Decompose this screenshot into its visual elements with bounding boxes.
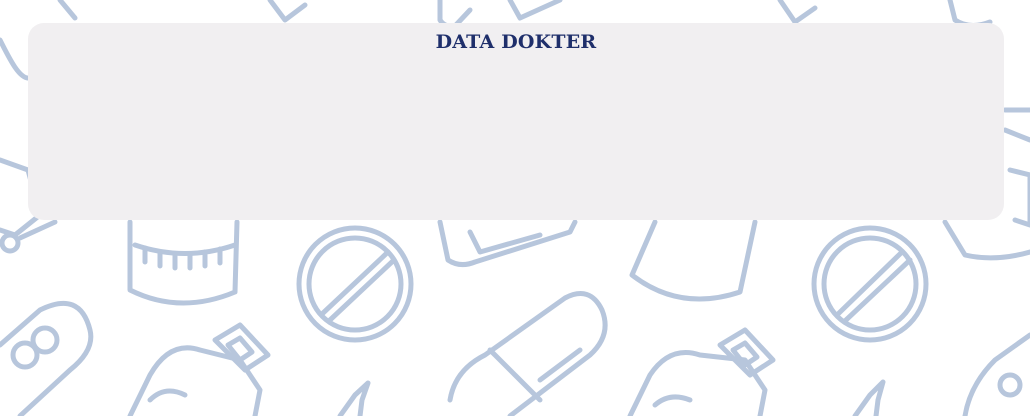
capsule-dot: [30, 325, 60, 355]
dropper-icon: [337, 380, 371, 416]
bottle-icon: [1007, 167, 1030, 228]
bottle-icon: [629, 219, 758, 302]
capsule-icon: [947, 0, 993, 28]
dropper-icon: [852, 379, 886, 416]
medicine-box-line: [467, 229, 543, 255]
spray-nozzle: [212, 322, 271, 373]
capsule-icon: [447, 291, 608, 416]
spray-bottle-body: [147, 388, 188, 403]
tablet-score: [319, 249, 397, 323]
page: DATA DOKTER: [0, 0, 1030, 416]
ring-icon: [0, 232, 21, 254]
pill-bottle-icon: [507, 0, 563, 21]
tablet-score: [835, 249, 913, 323]
card-title: DATA DOKTER: [435, 31, 597, 53]
spray-nozzle: [717, 327, 776, 378]
capsule-split: [487, 347, 543, 403]
bottle-icon: [1002, 107, 1030, 143]
spray-bottle-body: [652, 394, 693, 408]
dropper-icon: [267, 0, 308, 23]
bottle-icon: [942, 219, 1030, 261]
doctor-data-card: DATA DOKTER: [28, 23, 1004, 220]
capsule-dot: [997, 372, 1023, 398]
capsule-icon: [962, 332, 1030, 416]
pill-bottle-icon: [57, 0, 78, 21]
dropper-icon: [777, 0, 818, 25]
